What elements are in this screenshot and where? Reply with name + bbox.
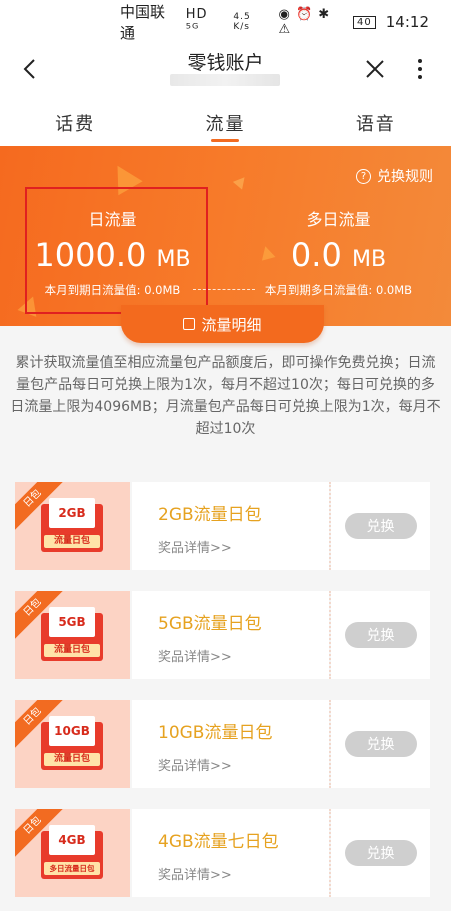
- exchange-button[interactable]: 兑换: [344, 840, 417, 866]
- decor-triangle: [232, 173, 250, 190]
- envelope-caption: 流量日包: [44, 753, 100, 766]
- column-divider: [193, 289, 255, 290]
- tab-active-indicator: [211, 139, 240, 142]
- speed-indicator: 4.5 K/s: [233, 12, 251, 32]
- multi-day-data-value: 0.0 MB: [226, 236, 451, 274]
- envelope-paper-text: 10GB: [49, 716, 95, 746]
- product-info: 2GB流量日包 奖品详情>>: [132, 482, 329, 570]
- product-image: 日包 2GB 流量日包: [15, 482, 130, 570]
- product-name: 5GB流量日包: [158, 614, 262, 634]
- product-detail-link[interactable]: 奖品详情>>: [158, 755, 329, 774]
- product-info: 4GB流量七日包 奖品详情>>: [132, 809, 329, 897]
- product-action: 兑换: [329, 591, 430, 679]
- daily-data-column: 日流量 1000.0 MB 本月到期日流量值: 0.0MB: [0, 206, 225, 298]
- product-name: 10GB流量日包: [158, 723, 273, 743]
- battery-icon: 40: [353, 15, 376, 29]
- product-action: 兑换: [329, 700, 430, 788]
- tab-bar: 话费 流量 语音: [0, 96, 451, 146]
- multi-day-data-column: 多日流量 0.0 MB 本月到期多日流量值: 0.0MB: [226, 206, 451, 298]
- product-action: 兑换: [329, 482, 430, 570]
- daily-data-unit: MB: [156, 247, 191, 272]
- product-image: 日包 4GB 多日流量日包: [15, 809, 130, 897]
- product-name: 2GB流量日包: [158, 505, 262, 525]
- data-detail-button[interactable]: 流量明细: [121, 305, 324, 343]
- exchange-button[interactable]: 兑换: [344, 731, 417, 757]
- close-button[interactable]: [360, 54, 390, 84]
- envelope-paper-text: 5GB: [49, 607, 95, 637]
- carrier-name: 中国联通: [120, 3, 166, 42]
- system-icons: ◉ ⏰ ✱ ⚠: [278, 7, 331, 37]
- product-detail-link[interactable]: 奖品详情>>: [158, 864, 329, 883]
- exchange-description: 累计获取流量值至相应流量包产品额度后，即可操作免费兑换；日流量包产品每日可兑换上…: [10, 355, 441, 437]
- more-button[interactable]: [408, 54, 432, 84]
- clock: 14:12: [385, 13, 429, 31]
- exchange-rules-label: 兑换规则: [377, 169, 433, 185]
- multi-day-data-number: 0.0: [290, 236, 342, 274]
- product-info: 10GB流量日包 奖品详情>>: [132, 700, 329, 788]
- daily-data-number: 1000.0: [34, 236, 147, 274]
- daily-data-expiry: 本月到期日流量值: 0.0MB: [44, 283, 181, 297]
- tab-voice[interactable]: 语音: [301, 96, 451, 146]
- more-dot: [418, 67, 422, 71]
- data-detail-label: 流量明细: [201, 315, 262, 334]
- more-dots-icon: [418, 59, 422, 63]
- network-icon: HD ⁵ᴳ: [185, 7, 208, 37]
- envelope-icon: 10GB 流量日包: [41, 716, 103, 770]
- product-card: 日包 2GB 流量日包 2GB流量日包 奖品详情>> 兑换: [15, 482, 430, 570]
- product-detail-link[interactable]: 奖品详情>>: [158, 537, 329, 556]
- multi-day-data-label: 多日流量: [306, 210, 371, 229]
- product-detail-link[interactable]: 奖品详情>>: [158, 646, 329, 665]
- tab-phone-fee[interactable]: 话费: [0, 96, 150, 146]
- envelope-paper-text: 2GB: [49, 498, 95, 528]
- exchange-rules-link[interactable]: ? 兑换规则: [356, 166, 433, 186]
- more-dot: [418, 75, 422, 79]
- envelope-icon: 2GB 流量日包: [41, 498, 103, 552]
- blurred-account-info: [170, 74, 280, 86]
- product-name: 4GB流量七日包: [158, 832, 279, 852]
- nav-bar: 零钱账户: [0, 44, 451, 96]
- envelope-icon: 5GB 流量日包: [41, 607, 103, 661]
- data-balance-banner: ? 兑换规则 日流量 1000.0 MB 本月到期日流量值: 0.0MB 多日流…: [0, 146, 451, 326]
- envelope-caption: 多日流量日包: [44, 862, 100, 875]
- question-icon: ?: [356, 168, 371, 184]
- product-info: 5GB流量日包 奖品详情>>: [132, 591, 329, 679]
- product-image: 日包 5GB 流量日包: [15, 591, 130, 679]
- tab-data-label: 流量: [205, 114, 246, 135]
- envelope-paper-text: 4GB: [49, 825, 95, 855]
- envelope-caption: 流量日包: [44, 535, 100, 548]
- product-image: 日包 10GB 流量日包: [15, 700, 130, 788]
- product-card: 日包 5GB 流量日包 5GB流量日包 奖品详情>> 兑换: [15, 591, 430, 679]
- multi-day-data-unit: MB: [351, 247, 387, 272]
- product-action: 兑换: [329, 809, 430, 897]
- exchange-button[interactable]: 兑换: [344, 513, 417, 539]
- daily-data-label: 日流量: [88, 210, 137, 229]
- envelope-caption: 流量日包: [44, 644, 100, 657]
- multi-day-data-expiry: 本月到期多日流量值: 0.0MB: [264, 283, 413, 297]
- list-icon: [183, 318, 196, 330]
- decor-triangle: [105, 158, 143, 196]
- status-bar: 中国联通 HD ⁵ᴳ 4.5 K/s ◉ ⏰ ✱ ⚠ 40 14:12: [0, 0, 451, 44]
- close-icon: [366, 60, 384, 78]
- daily-data-value: 1000.0 MB: [0, 236, 225, 274]
- product-card: 日包 4GB 多日流量日包 4GB流量七日包 奖品详情>> 兑换: [15, 809, 430, 897]
- product-card: 日包 10GB 流量日包 10GB流量日包 奖品详情>> 兑换: [15, 700, 430, 788]
- exchange-button[interactable]: 兑换: [344, 622, 417, 648]
- tab-data[interactable]: 流量: [150, 96, 300, 146]
- envelope-icon: 4GB 多日流量日包: [41, 825, 103, 879]
